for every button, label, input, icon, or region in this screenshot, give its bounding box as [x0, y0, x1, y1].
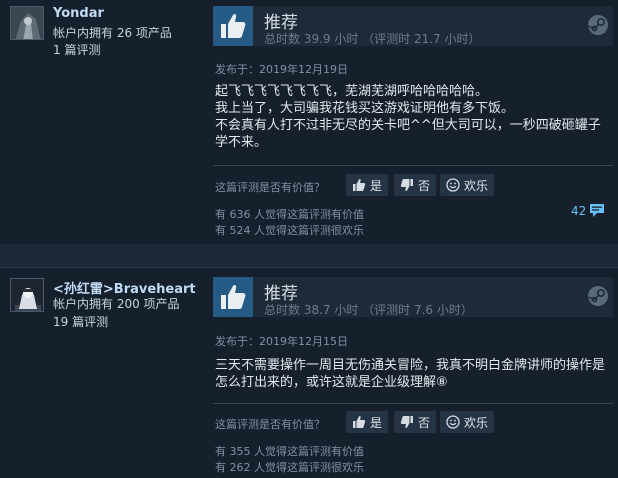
- vote-funny-button[interactable]: 欢乐: [440, 411, 495, 433]
- funny-count: 有 262 人觉得这篇评测很欢乐: [215, 461, 364, 474]
- products-owned[interactable]: 帐户内拥有 26 项产品: [53, 24, 172, 41]
- steam-icon: [587, 285, 609, 307]
- helpful-question: 这篇评测是否有价值？: [215, 181, 325, 194]
- vote-funny-label: 欢乐: [464, 178, 489, 193]
- review-card: <孙红雷>Braveheart 帐户内拥有 200 项产品 19 篇评测 推荐 …: [0, 268, 618, 478]
- vote-no-button[interactable]: 否: [394, 411, 437, 433]
- vote-no-button[interactable]: 否: [394, 174, 437, 196]
- posted-date: 发布于：2019年12月19日: [215, 63, 348, 76]
- vote-no-label: 否: [418, 415, 431, 430]
- vote-yes-button[interactable]: 是: [346, 411, 389, 433]
- reviewer-name[interactable]: Yondar: [53, 6, 104, 21]
- thumbs-down-icon: [400, 416, 413, 428]
- helpful-count: 有 636 人觉得这篇评测有价值: [215, 208, 364, 221]
- helpful-question: 这篇评测是否有价值？: [215, 418, 325, 431]
- divider: [213, 165, 613, 166]
- helpful-count: 有 355 人觉得这篇评测有价值: [215, 445, 364, 458]
- products-owned[interactable]: 帐户内拥有 200 项产品: [53, 295, 180, 312]
- review-separator: [0, 244, 618, 268]
- vote-yes-label: 是: [370, 415, 383, 430]
- avatar[interactable]: [10, 278, 44, 312]
- thumbs-down-icon: [400, 179, 413, 191]
- vote-header[interactable]: 推荐 总时数 39.9 小时 （评测时 21.7 小时）: [213, 6, 613, 46]
- posted-date: 发布于：2019年12月15日: [215, 335, 348, 348]
- review-count[interactable]: 19 篇评测: [53, 313, 108, 330]
- thumbs-up-icon: [213, 6, 253, 46]
- review-line: 我上当了，大司骗我花钱买这游戏证明他有多下饭。: [215, 101, 515, 116]
- divider: [213, 403, 613, 404]
- smiley-icon: [446, 415, 460, 429]
- review-line: 怎么打出来的，或许这就是企业级理解⑧: [215, 375, 448, 390]
- steam-icon: [587, 14, 609, 36]
- review-content: 起飞飞飞飞飞飞飞飞，芜湖芜湖呼哈哈哈哈哈。 我上当了，大司骗我花钱买这游戏证明他…: [215, 83, 615, 151]
- funny-count: 有 524 人觉得这篇评测很欢乐: [215, 224, 364, 237]
- comment-count: 42: [571, 203, 587, 218]
- thumbs-up-icon: [353, 416, 366, 428]
- review-line: 三天不需要操作一周目无伤通关冒险，我真不明白金牌讲师的操作是: [215, 358, 606, 373]
- vote-no-label: 否: [418, 178, 431, 193]
- vote-funny-button[interactable]: 欢乐: [440, 174, 495, 196]
- thumbs-up-icon: [353, 179, 366, 191]
- review-line: 起飞飞飞飞飞飞飞飞，芜湖芜湖呼哈哈哈哈哈。: [215, 84, 489, 99]
- review-count[interactable]: 1 篇评测: [53, 41, 100, 58]
- avatar[interactable]: [10, 6, 44, 40]
- vote-yes-button[interactable]: 是: [346, 174, 389, 196]
- review-content: 三天不需要操作一周目无伤通关冒险，我真不明白金牌讲师的操作是 怎么打出来的，或许…: [215, 357, 615, 391]
- vote-funny-label: 欢乐: [464, 415, 489, 430]
- review-line: 学不来。: [215, 135, 268, 150]
- hours-played: 总时数 39.9 小时 （评测时 21.7 小时）: [264, 32, 481, 46]
- hours-played: 总时数 38.7 小时 （评测时 7.6 小时）: [264, 303, 473, 317]
- review-card: Yondar 帐户内拥有 26 项产品 1 篇评测 推荐 总时数 39.9 小时…: [0, 0, 618, 244]
- vote-yes-label: 是: [370, 178, 383, 193]
- vote-header[interactable]: 推荐 总时数 38.7 小时 （评测时 7.6 小时）: [213, 277, 613, 317]
- comment-bubble-icon: [590, 204, 605, 217]
- thumbs-up-icon: [213, 277, 253, 317]
- comments-link[interactable]: 42: [571, 203, 605, 218]
- review-line: 不会真有人打不过非无尽的关卡吧^^但大司可以，一秒四破砸罐子: [215, 118, 601, 133]
- smiley-icon: [446, 178, 460, 192]
